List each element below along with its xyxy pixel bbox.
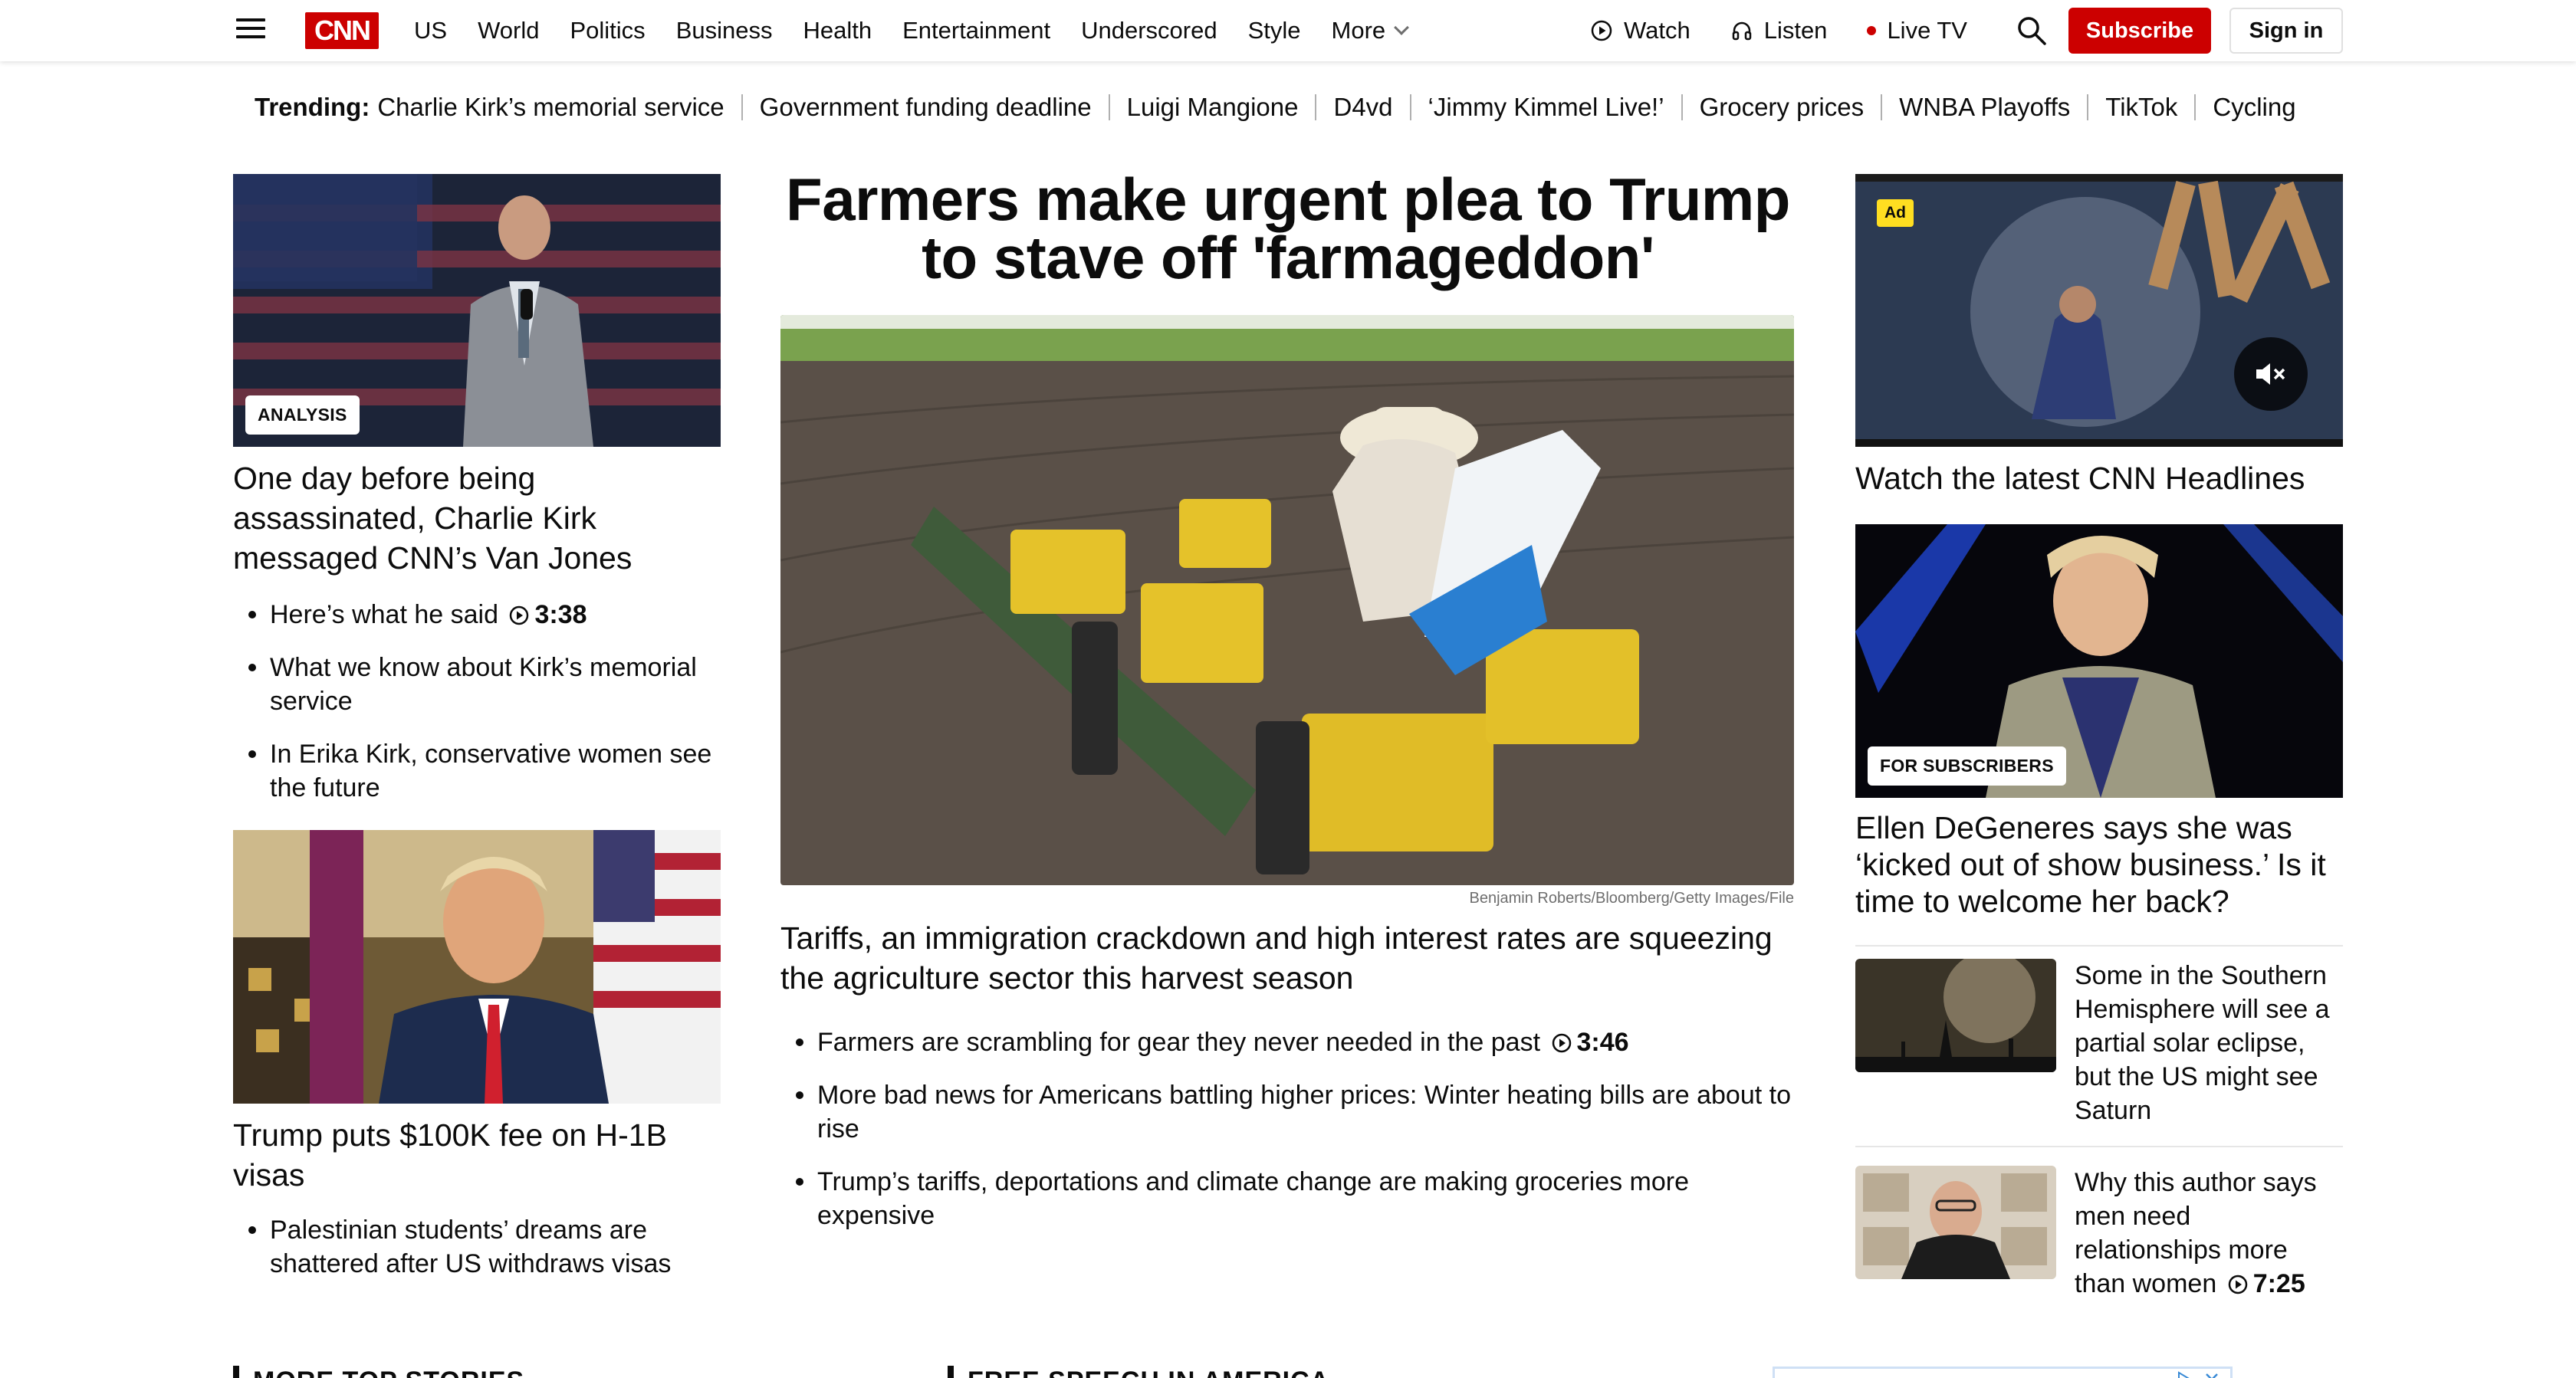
trending-item[interactable]: Charlie Kirk’s memorial service [377, 93, 724, 122]
live-dot-icon [1867, 26, 1877, 35]
live-tv-label: Live TV [1887, 17, 1967, 44]
nav-underscored[interactable]: Underscored [1081, 17, 1217, 44]
trending-item[interactable]: ‘Jimmy Kimmel Live!’ [1428, 93, 1664, 122]
trending-item[interactable]: TikTok [2105, 93, 2177, 122]
photo-credit: Benjamin Roberts/Bloomberg/Getty Images/… [1469, 890, 1794, 907]
lead-subheadline[interactable]: Tariffs, an immigration crackdown and hi… [780, 918, 1794, 998]
cnn-headlines-video-title[interactable]: Watch the latest CNN Headlines [1855, 460, 2343, 497]
watch-link[interactable]: Watch [1590, 17, 1691, 44]
menu-icon[interactable] [236, 18, 265, 41]
author-thumbnail [1855, 1166, 2056, 1279]
trending-item[interactable]: WNBA Playoffs [1899, 93, 2070, 122]
close-icon[interactable] [2203, 1370, 2221, 1378]
bottom-ad-frame[interactable] [1773, 1367, 2233, 1378]
trending-bar: Trending: Charlie Kirk’s memorial servic… [255, 89, 2296, 126]
divider [1855, 1146, 2343, 1147]
author-story[interactable]: Why this author says men need relationsh… [1855, 1166, 2343, 1301]
main-nav: US World Politics Business Health Entert… [414, 0, 1438, 61]
trending-label: Trending: [255, 93, 370, 121]
eclipse-story[interactable]: Some in the Southern Hemisphere will see… [1855, 959, 2343, 1127]
trending-item[interactable]: Luigi Mangione [1127, 93, 1299, 122]
degeneres-photo[interactable]: FOR SUBSCRIBERS [1855, 524, 2343, 798]
list-item[interactable]: What we know about Kirk’s memorial servi… [233, 651, 721, 718]
list-item[interactable]: Here’s what he said 3:38 [233, 598, 721, 632]
trending-item[interactable]: Government funding deadline [760, 93, 1092, 122]
h1b-related-list: Palestinian students’ dreams are shatter… [233, 1213, 721, 1300]
nav-business[interactable]: Business [676, 17, 773, 44]
nav-politics[interactable]: Politics [570, 17, 645, 44]
top-header: CNN US World Politics Business Health En… [0, 0, 2576, 61]
divider [1855, 945, 2343, 947]
list-item[interactable]: More bad news for Americans battling hig… [780, 1078, 1794, 1146]
nav-us[interactable]: US [414, 17, 447, 44]
list-item[interactable]: Farmers are scrambling for gear they nev… [780, 1025, 1794, 1059]
analysis-badge: ANALYSIS [245, 395, 360, 435]
divider [2194, 94, 2196, 120]
mute-button[interactable] [2234, 337, 2308, 411]
for-subscribers-badge: FOR SUBSCRIBERS [1868, 746, 2066, 786]
kirk-related-list: Here’s what he said 3:38 What we know ab… [233, 598, 721, 824]
more-top-stories-heading: MORE TOP STORIES [233, 1366, 524, 1378]
divider [2087, 94, 2089, 120]
listen-link[interactable]: Listen [1730, 17, 1828, 44]
divider [1108, 94, 1110, 120]
listen-label: Listen [1763, 17, 1828, 44]
subscribe-button[interactable]: Subscribe [2068, 8, 2211, 54]
headphones-icon [1732, 21, 1751, 41]
play-circle-icon [1552, 1033, 1571, 1053]
trump-photo[interactable] [233, 830, 721, 1104]
author-headline: Why this author says men need relationsh… [2075, 1168, 2317, 1298]
live-tv-link[interactable]: Live TV [1867, 17, 1967, 44]
trending-item[interactable]: Grocery prices [1700, 93, 1865, 122]
list-item[interactable]: Palestinian students’ dreams are shatter… [233, 1213, 721, 1281]
trending-item[interactable]: D4vd [1333, 93, 1392, 122]
eclipse-thumbnail [1855, 959, 2056, 1072]
chevron-down-icon [1394, 20, 1410, 35]
nav-world[interactable]: World [478, 17, 539, 44]
video-duration: 7:25 [2224, 1269, 2305, 1298]
divider [1881, 94, 1883, 120]
divider [1315, 94, 1317, 120]
degeneres-headline[interactable]: Ellen DeGeneres says she was ‘kicked out… [1855, 809, 2343, 920]
lead-headline[interactable]: Farmers make urgent plea to Trump to sta… [780, 169, 1796, 287]
video-duration: 3:38 [505, 600, 587, 629]
nav-health[interactable]: Health [803, 17, 872, 44]
kirk-photo[interactable]: ANALYSIS [233, 174, 721, 447]
header-actions: Watch Listen Live TV [1590, 0, 2007, 61]
play-circle-icon [1591, 20, 1612, 41]
list-item[interactable]: Trump’s tariffs, deportations and climat… [780, 1165, 1794, 1232]
farmer-photo[interactable] [780, 315, 1794, 885]
cnn-logo[interactable]: CNN [305, 12, 379, 49]
mute-icon [2256, 363, 2285, 385]
sign-in-button[interactable]: Sign in [2229, 8, 2343, 54]
eclipse-headline: Some in the Southern Hemisphere will see… [2075, 961, 2330, 1125]
ad-choices-icon[interactable] [2175, 1370, 2193, 1378]
ad-label: Ad [1877, 199, 1914, 227]
play-circle-icon [510, 605, 529, 625]
trending-item[interactable]: Cycling [2213, 93, 2295, 122]
nav-entertainment[interactable]: Entertainment [902, 17, 1050, 44]
divider [741, 94, 743, 120]
divider [1409, 94, 1411, 120]
h1b-headline[interactable]: Trump puts $100K fee on H-1B visas [233, 1115, 721, 1195]
watch-label: Watch [1624, 17, 1691, 44]
divider [1681, 94, 1683, 120]
video-duration: 3:46 [1548, 1028, 1629, 1057]
lead-related-list: Farmers are scrambling for gear they nev… [780, 1025, 1794, 1252]
list-item[interactable]: In Erika Kirk, conservative women see th… [233, 737, 721, 805]
search-icon[interactable] [2016, 15, 2047, 46]
free-speech-heading: FREE SPEECH IN AMERICA [948, 1366, 1329, 1378]
play-circle-icon [2228, 1275, 2247, 1294]
nav-more-label: More [1331, 17, 1386, 44]
nav-more[interactable]: More [1331, 17, 1410, 44]
nav-style[interactable]: Style [1248, 17, 1301, 44]
kirk-headline[interactable]: One day before being assassinated, Charl… [233, 458, 721, 578]
